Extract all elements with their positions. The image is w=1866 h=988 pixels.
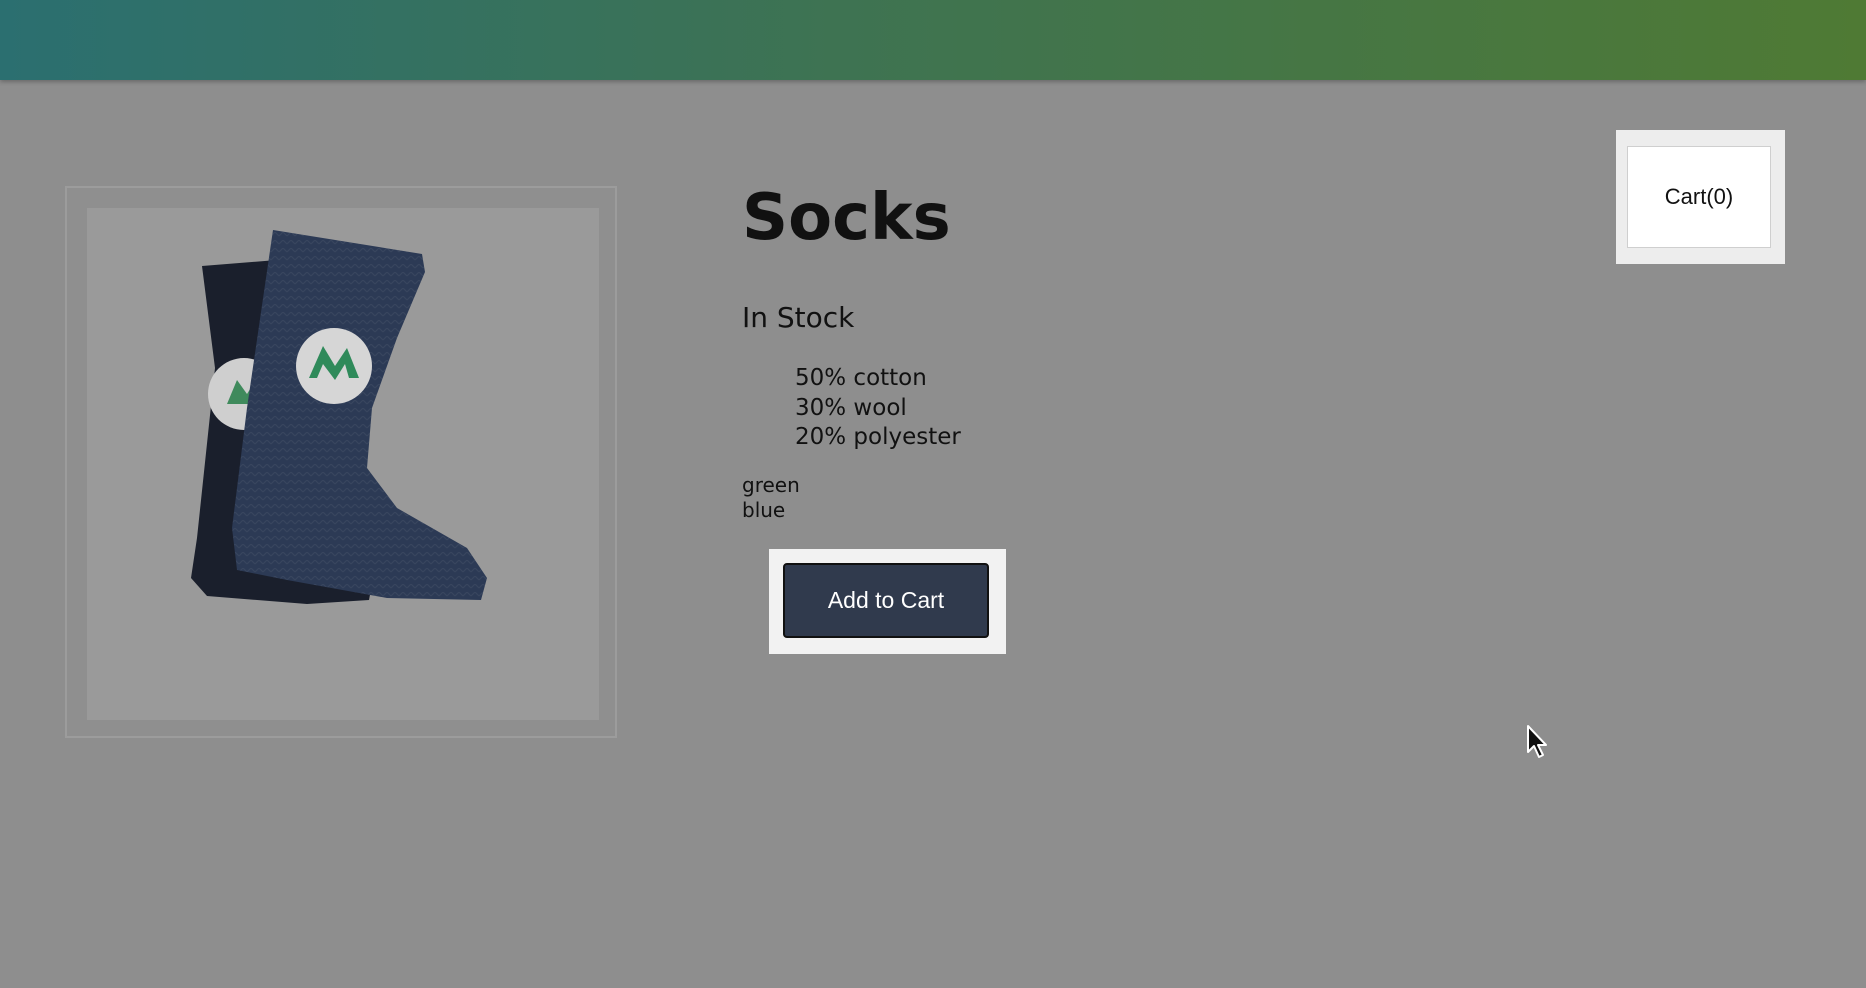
variant-green[interactable]: green [742, 473, 800, 498]
stock-status: In Stock [742, 301, 855, 334]
top-nav-bar [0, 0, 1866, 80]
cart-counter[interactable]: Cart(0) [1627, 146, 1771, 248]
detail-item: 30% wool [795, 394, 907, 421]
cart-highlight: Cart(0) [1616, 130, 1785, 264]
add-to-cart-highlight: Add to Cart [769, 549, 1006, 654]
product-image-frame [65, 186, 617, 738]
detail-item: 20% polyester [795, 424, 961, 450]
product-title: Socks [742, 181, 951, 255]
add-to-cart-button[interactable]: Add to Cart [783, 563, 989, 638]
variant-list: green blue [742, 473, 800, 523]
variant-blue[interactable]: blue [742, 498, 800, 523]
product-image [87, 208, 599, 720]
product-details-list: 50% cotton 30% wool 20% polyester [795, 364, 961, 453]
detail-item: 50% cotton [795, 365, 927, 391]
mouse-cursor-icon [1527, 725, 1547, 758]
sock-illustration [191, 230, 487, 604]
